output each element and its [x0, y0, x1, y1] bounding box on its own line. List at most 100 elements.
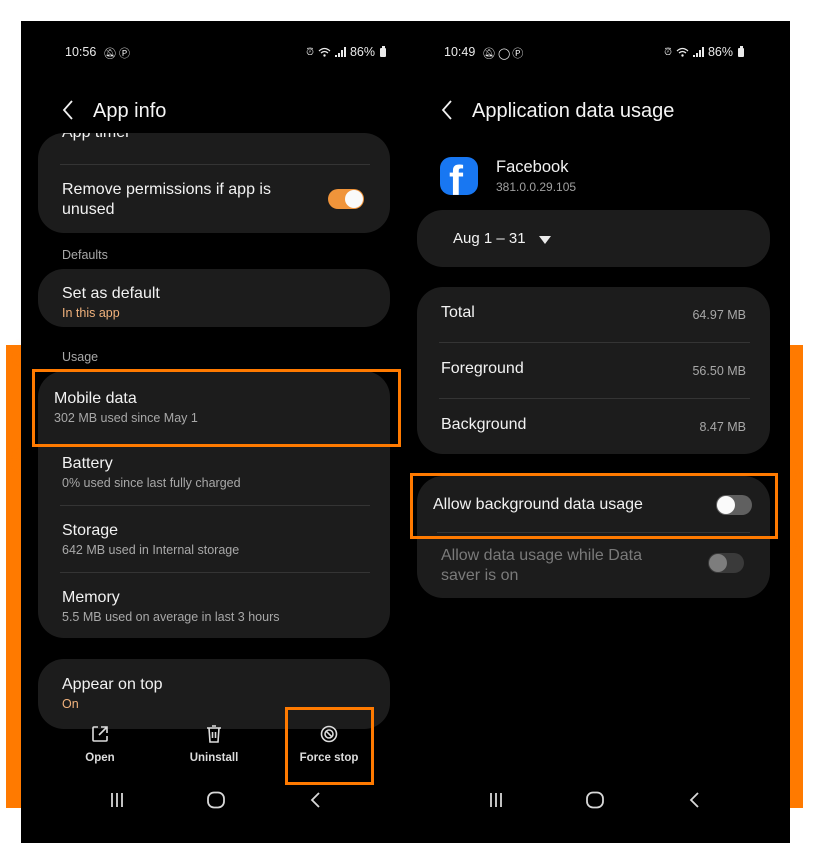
left-accent-bar	[6, 345, 22, 808]
period-selector[interactable]: Aug 1 – 31	[417, 210, 770, 267]
total-label: Total	[441, 304, 475, 321]
pinterest-icon: Ⓟ	[512, 48, 526, 60]
app-info-screen: 10:56 🔕︎Ⓟ ⏰︎ 86% App info App timer	[21, 21, 410, 843]
divider	[439, 398, 750, 399]
app-bar: App info	[21, 97, 410, 127]
storage-title: Storage	[62, 522, 119, 539]
alarm-icon: ⏰︎	[664, 46, 672, 58]
status-time: 10:49	[444, 45, 476, 59]
battery-percent: 86%	[707, 45, 733, 59]
battery-item[interactable]: Battery 0% used since last fully charged	[62, 454, 370, 492]
storage-item[interactable]: Storage 642 MB used in Internal storage	[62, 521, 370, 559]
allow-background-data-label: Allow background data usage	[433, 496, 643, 513]
home-button[interactable]	[203, 789, 229, 811]
mute-icon: 🔕︎	[482, 48, 498, 60]
screenshots-container: 10:56 🔕︎Ⓟ ⏰︎ 86% App info App timer	[21, 21, 790, 843]
recents-button[interactable]	[483, 789, 509, 811]
nav-back-button[interactable]	[303, 789, 329, 811]
section-defaults: Defaults	[62, 248, 108, 262]
status-bar: 10:49 🔕︎◯Ⓟ ⏰︎ 86%	[410, 45, 790, 63]
usage-card: Mobile data 302 MB used since May 1 Batt…	[38, 371, 390, 638]
background-data-card: Allow background data usage Allow data u…	[417, 476, 770, 598]
force-stop-button[interactable]: Force stop	[284, 721, 374, 764]
set-as-default-title: Set as default	[62, 285, 160, 302]
open-external-icon	[92, 726, 108, 742]
allow-background-data-toggle[interactable]	[716, 495, 752, 515]
uninstall-button[interactable]: Uninstall	[169, 721, 259, 764]
application-data-usage-screen: 10:49 🔕︎◯Ⓟ ⏰︎ 86% Application data usage…	[410, 21, 790, 843]
divider	[439, 342, 750, 343]
foreground-value: 56.50 MB	[692, 364, 746, 378]
app-bar: Application data usage	[410, 97, 790, 127]
dropdown-caret-icon	[539, 236, 551, 244]
foreground-label: Foreground	[441, 360, 524, 377]
mobile-data-item[interactable]: Mobile data 302 MB used since May 1	[54, 389, 370, 427]
status-bar: 10:56 🔕︎Ⓟ ⏰︎ 86%	[21, 45, 410, 63]
battery-subtitle: 0% used since last fully charged	[62, 476, 241, 490]
back-icon	[310, 792, 320, 808]
uninstall-label: Uninstall	[189, 752, 239, 764]
mobile-data-title: Mobile data	[54, 390, 137, 407]
storage-subtitle: 642 MB used in Internal storage	[62, 543, 240, 557]
allow-background-data-item[interactable]: Allow background data usage	[433, 495, 750, 515]
app-version: 381.0.0.29.105	[496, 180, 577, 194]
battery-icon	[738, 45, 744, 57]
signal-icon	[692, 47, 704, 57]
appear-on-top-title: Appear on top	[62, 676, 163, 693]
system-nav-bar	[410, 789, 790, 811]
app-timer-item[interactable]: App timer	[62, 133, 370, 143]
divider	[60, 572, 370, 573]
battery-title: Battery	[62, 455, 113, 472]
total-value: 64.97 MB	[692, 308, 746, 322]
usage-summary-card: Total 64.97 MB Foreground 56.50 MB Backg…	[417, 287, 770, 454]
app-timer-label: App timer	[62, 133, 370, 143]
home-icon	[207, 791, 225, 809]
home-button[interactable]	[582, 789, 608, 811]
remove-permissions-toggle[interactable]	[328, 189, 364, 209]
trash-icon	[207, 725, 221, 743]
memory-item[interactable]: Memory 5.5 MB used on average in last 3 …	[62, 588, 370, 626]
appear-on-top-item[interactable]: Appear on top On	[62, 675, 370, 713]
recents-icon	[490, 793, 502, 807]
divider	[60, 505, 370, 506]
appear-on-top-subtitle: On	[62, 697, 79, 711]
data-saver-item[interactable]: Allow data usage while Data saver is on	[441, 546, 690, 586]
battery-percent: 86%	[349, 45, 375, 59]
status-right-icons: ⏰︎ 86%	[306, 45, 386, 59]
section-usage: Usage	[62, 350, 99, 364]
page-title: Application data usage	[472, 100, 675, 122]
set-as-default-item[interactable]: Set as default In this app	[62, 284, 370, 322]
data-saver-label-line2: saver is on	[441, 567, 519, 584]
bottom-action-bar: Open Uninstall Force stop	[21, 721, 410, 771]
system-nav-bar	[21, 789, 410, 811]
back-button[interactable]	[61, 99, 81, 125]
mobile-data-subtitle: 302 MB used since May 1	[54, 411, 198, 425]
background-value: 8.47 MB	[699, 420, 746, 434]
open-button[interactable]: Open	[55, 721, 145, 764]
nav-back-button[interactable]	[682, 789, 708, 811]
status-left-icons: 🔕︎◯Ⓟ	[482, 45, 525, 61]
set-as-default-card[interactable]: Set as default In this app	[38, 269, 390, 327]
facebook-glyph: f	[449, 157, 463, 196]
recents-icon	[111, 793, 123, 807]
data-saver-toggle[interactable]	[708, 553, 744, 573]
page-title: App info	[93, 100, 167, 122]
wifi-icon	[318, 47, 331, 57]
back-button[interactable]	[440, 99, 460, 125]
recents-button[interactable]	[104, 789, 130, 811]
period-value: Aug 1 – 31	[453, 230, 526, 247]
divider	[437, 532, 750, 533]
battery-icon	[380, 45, 386, 57]
pinterest-icon: Ⓟ	[118, 48, 132, 60]
whatsapp-icon: ◯	[497, 48, 513, 60]
status-left-icons: 🔕︎Ⓟ	[103, 45, 132, 61]
mute-icon: 🔕︎	[103, 48, 119, 60]
alarm-icon: ⏰︎	[306, 46, 314, 58]
memory-title: Memory	[62, 589, 120, 606]
appear-on-top-card[interactable]: Appear on top On	[38, 659, 390, 729]
back-icon	[689, 792, 699, 808]
divider	[60, 164, 370, 165]
remove-permissions-label: Remove permissions if app is unused	[62, 181, 271, 218]
permissions-card: App timer Remove permissions if app is u…	[38, 133, 390, 233]
remove-permissions-item[interactable]: Remove permissions if app is unused	[62, 180, 310, 220]
